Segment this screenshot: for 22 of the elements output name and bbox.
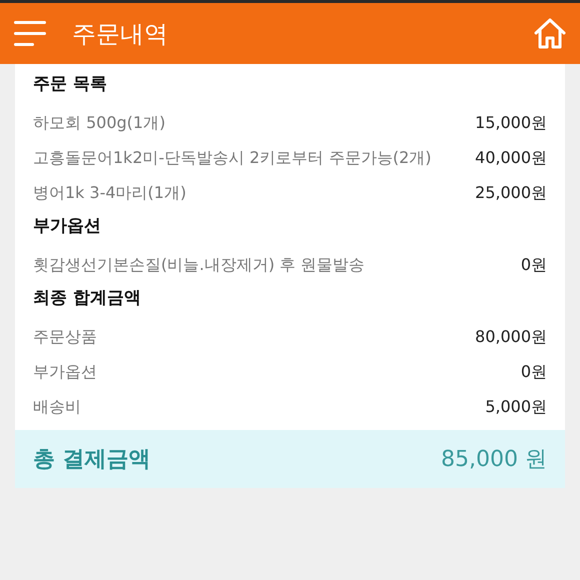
item-price: 5,000원	[485, 396, 547, 418]
section-title: 부가옵션	[32, 215, 102, 238]
total-amount: 85,000 원	[441, 446, 547, 474]
item-price: 25,000원	[475, 182, 547, 204]
item-label: 부가옵션	[33, 361, 97, 383]
section-title: 최종 합계금액	[32, 287, 142, 310]
item-label: 주문상품	[33, 326, 97, 348]
item-price: 15,000원	[475, 112, 547, 134]
item-label: 횟감생선기본손질(비늘.내장제거) 후 원물발송	[33, 254, 365, 276]
item-label: 병어1k 3-4마리(1개)	[33, 182, 186, 204]
item-price: 40,000원	[475, 147, 547, 169]
home-icon[interactable]	[534, 18, 566, 50]
item-label: 배송비	[33, 396, 81, 418]
menu-icon[interactable]	[14, 18, 48, 48]
item-price: 0원	[520, 361, 547, 383]
item-label: 고흥돌문어1k2미-단독발송시 2키로부터 주문가능(2개)	[33, 147, 432, 169]
item-price: 0원	[520, 254, 547, 276]
item-label: 하모회 500g(1개)	[33, 112, 166, 134]
total-label: 총 결제금액	[33, 446, 151, 474]
section-title: 주문 목록	[32, 73, 108, 96]
page-title: 주문내역	[72, 18, 169, 50]
item-price: 80,000원	[475, 326, 547, 348]
